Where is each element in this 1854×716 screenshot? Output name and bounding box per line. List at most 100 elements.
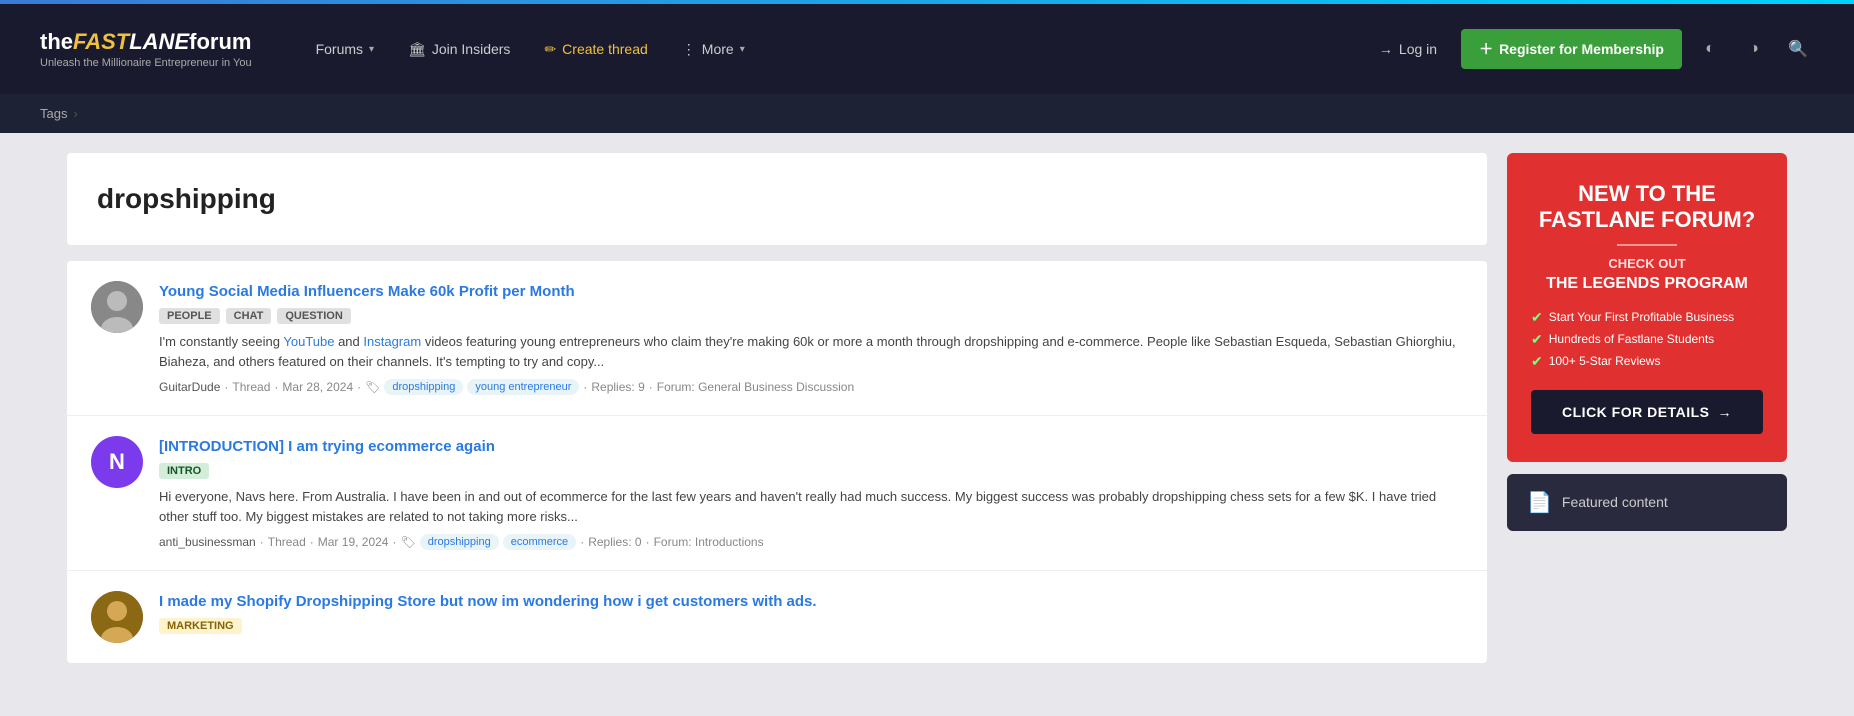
check-icon-1: ✔ — [1531, 309, 1543, 326]
half-circle-icon: ◑ — [1749, 40, 1759, 58]
logo-area: theFASTLANEforum Unleash the Millionaire… — [40, 29, 252, 69]
thread-author[interactable]: anti_businessman — [159, 535, 256, 549]
search-icon: 🔍 — [1788, 39, 1808, 59]
promo-sub: CHECK OUT — [1531, 256, 1763, 271]
content-area: dropshipping Young Social Media Influenc… — [67, 153, 1487, 663]
thread-content: I made my Shopify Dropshipping Store but… — [159, 591, 1463, 643]
arrow-icon: → — [1717, 404, 1732, 420]
thread-forum: Forum: General Business Discussion — [657, 380, 854, 394]
promo-checklist: ✔ Start Your First Profitable Business ✔… — [1531, 309, 1763, 370]
table-row: I made my Shopify Dropshipping Store but… — [67, 571, 1487, 663]
thread-excerpt: I'm constantly seeing YouTube and Instag… — [159, 332, 1463, 371]
thread-title[interactable]: Young Social Media Influencers Make 60k … — [159, 281, 1463, 302]
list-item: ✔ Hundreds of Fastlane Students — [1531, 331, 1763, 348]
tag-intro: INTRO — [159, 463, 209, 479]
register-plus-icon: ＋ — [1479, 39, 1493, 59]
featured-label: Featured content — [1562, 494, 1668, 510]
page-title-box: dropshipping — [67, 153, 1487, 245]
thread-date: Mar 28, 2024 — [282, 380, 353, 394]
logo-the: the — [40, 29, 73, 54]
logo-tagline: Unleash the Millionaire Entrepreneur in … — [40, 57, 252, 69]
thread-content: Young Social Media Influencers Make 60k … — [159, 281, 1463, 395]
thread-type: Thread — [268, 535, 306, 549]
logo-lane: LANE — [129, 29, 189, 54]
more-chevron-icon: ▾ — [740, 44, 745, 55]
breadcrumb-separator: › — [73, 106, 77, 121]
thread-title[interactable]: I made my Shopify Dropshipping Store but… — [159, 591, 1463, 612]
thread-meta: GuitarDude · Thread · Mar 28, 2024 · 🏷 d… — [159, 379, 1463, 395]
promo-program: THE LEGENDS PROGRAM — [1531, 275, 1763, 293]
document-icon: 📄 — [1527, 490, 1552, 515]
pencil-icon: ✏ — [544, 41, 556, 58]
main-wrapper: dropshipping Young Social Media Influenc… — [27, 133, 1827, 683]
forums-chevron-icon: ▾ — [369, 44, 374, 55]
thread-forum: Forum: Introductions — [654, 535, 764, 549]
page-title: dropshipping — [97, 183, 1457, 215]
thread-excerpt: Hi everyone, Navs here. From Australia. … — [159, 487, 1463, 526]
logo-forum: forum — [189, 29, 251, 54]
thread-tag-dropshipping-2[interactable]: dropshipping — [420, 534, 499, 550]
tag-icon-2: 🏷 — [400, 535, 415, 549]
main-nav: Forums ▾ 🏛 Join Insiders ✏ Create thread… — [302, 33, 1337, 66]
table-row: N [INTRODUCTION] I am trying ecommerce a… — [67, 416, 1487, 571]
sidebar: NEW TO THE FASTLANE FORUM? CHECK OUT THE… — [1507, 153, 1787, 663]
table-row: Young Social Media Influencers Make 60k … — [67, 261, 1487, 416]
avatar-image — [91, 281, 143, 333]
thread-tag-dropshipping[interactable]: dropshipping — [384, 379, 463, 395]
promo-divider — [1617, 244, 1677, 246]
thread-content: [INTRODUCTION] I am trying ecommerce aga… — [159, 436, 1463, 550]
avatar: N — [91, 436, 143, 488]
register-button[interactable]: ＋ Register for Membership — [1461, 29, 1682, 69]
instagram-link[interactable]: Instagram — [363, 334, 421, 349]
check-icon-2: ✔ — [1531, 331, 1543, 348]
promo-box: NEW TO THE FASTLANE FORUM? CHECK OUT THE… — [1507, 153, 1787, 462]
check-icon-3: ✔ — [1531, 353, 1543, 370]
avatar — [91, 591, 143, 643]
contrast-toggle-button[interactable]: ◑ — [1738, 33, 1770, 65]
avatar-image-3 — [91, 591, 143, 643]
theme-toggle-button[interactable]: ◐ — [1694, 33, 1726, 65]
insiders-icon: 🏛 — [408, 41, 426, 58]
logo: theFASTLANEforum — [40, 29, 252, 55]
nav-join-insiders[interactable]: 🏛 Join Insiders — [394, 33, 524, 66]
avatar — [91, 281, 143, 333]
tag-question: QUESTION — [277, 308, 350, 324]
logo-fast: FAST — [73, 29, 129, 54]
nav-create-thread[interactable]: ✏ Create thread — [530, 33, 661, 66]
login-button[interactable]: → Log in — [1367, 33, 1449, 65]
avatar-letter: N — [109, 449, 125, 475]
promo-headline: NEW TO THE FASTLANE FORUM? — [1531, 181, 1763, 234]
header-right: → Log in ＋ Register for Membership ◐ ◑ 🔍 — [1367, 29, 1814, 69]
header: theFASTLANEforum Unleash the Millionaire… — [0, 4, 1854, 94]
thread-list: Young Social Media Influencers Make 60k … — [67, 261, 1487, 663]
featured-box: 📄 Featured content — [1507, 474, 1787, 531]
tags-row: MARKETING — [159, 618, 1463, 634]
nav-forums[interactable]: Forums ▾ — [302, 33, 388, 65]
tag-people: PEOPLE — [159, 308, 220, 324]
thread-replies: Replies: 0 — [588, 535, 641, 549]
youtube-link[interactable]: YouTube — [283, 334, 334, 349]
nav-more[interactable]: ⋮ More ▾ — [668, 33, 759, 66]
tag-marketing: MARKETING — [159, 618, 242, 634]
thread-date: Mar 19, 2024 — [318, 535, 389, 549]
tags-row: INTRO — [159, 463, 1463, 479]
breadcrumb-tags[interactable]: Tags — [40, 106, 67, 121]
thread-tag-young-entrepreneur[interactable]: young entrepreneur — [467, 379, 579, 395]
thread-meta: anti_businessman · Thread · Mar 19, 2024… — [159, 534, 1463, 550]
list-item: ✔ Start Your First Profitable Business — [1531, 309, 1763, 326]
tag-icon-1: 🏷 — [365, 380, 380, 394]
breadcrumb-bar: Tags › — [0, 94, 1854, 133]
thread-tag-ecommerce[interactable]: ecommerce — [503, 534, 576, 550]
thread-author[interactable]: GuitarDude — [159, 380, 220, 394]
more-dots-icon: ⋮ — [682, 41, 696, 58]
thread-title[interactable]: [INTRODUCTION] I am trying ecommerce aga… — [159, 436, 1463, 457]
tags-row: PEOPLE CHAT QUESTION — [159, 308, 1463, 324]
login-arrow-icon: → — [1379, 41, 1393, 57]
thread-replies: Replies: 9 — [591, 380, 644, 394]
search-button[interactable]: 🔍 — [1782, 33, 1814, 65]
thread-type: Thread — [232, 380, 270, 394]
circle-icon: ◐ — [1705, 40, 1715, 58]
tag-chat: CHAT — [226, 308, 272, 324]
cta-button[interactable]: CLICK FOR DETAILS → — [1531, 390, 1763, 434]
list-item: ✔ 100+ 5-Star Reviews — [1531, 353, 1763, 370]
